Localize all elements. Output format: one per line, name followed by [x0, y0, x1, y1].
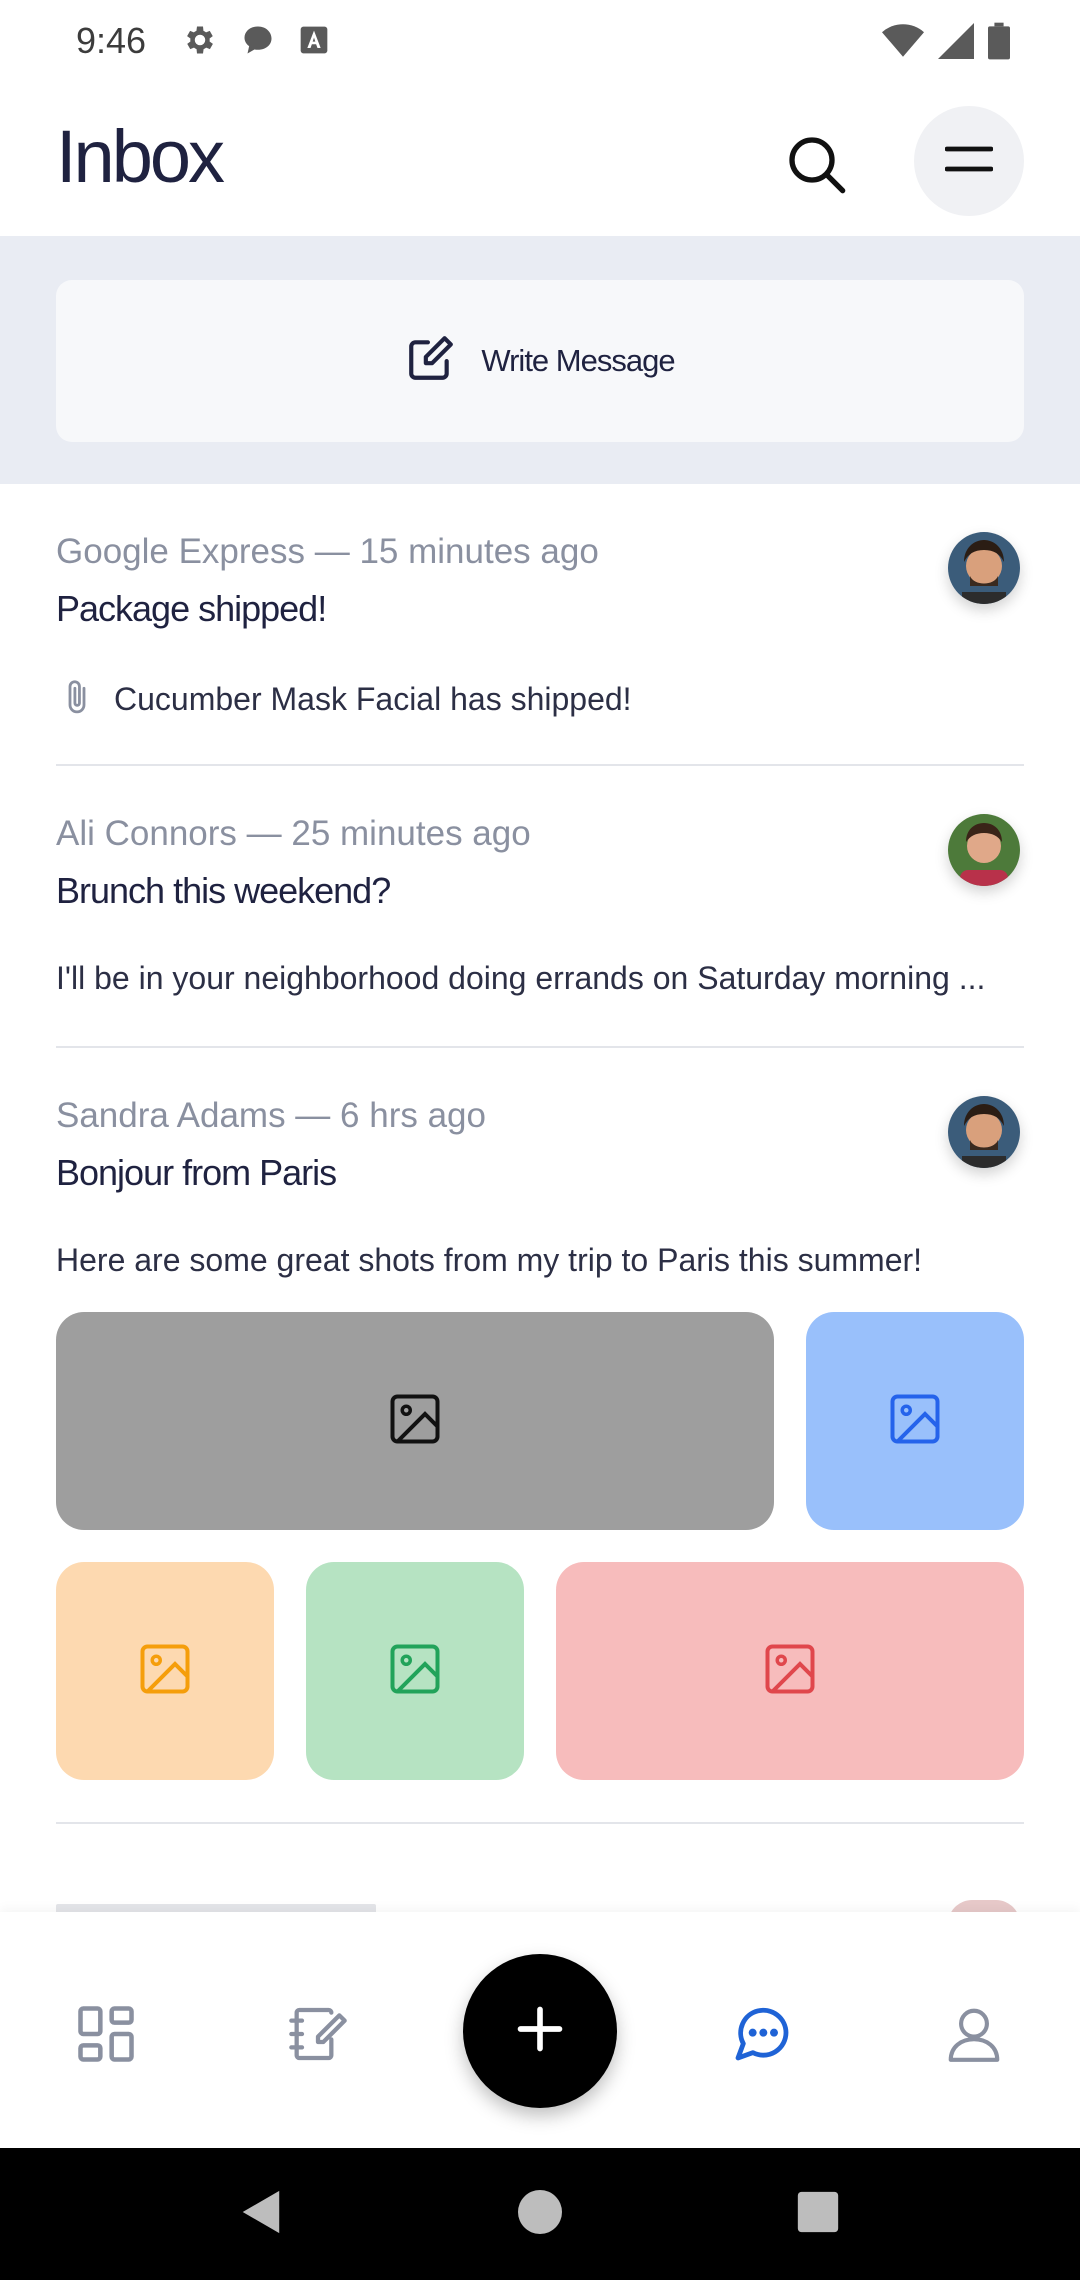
notes-icon: [286, 2002, 350, 2071]
add-button[interactable]: [463, 1954, 617, 2108]
page-title: Inbox: [56, 115, 225, 198]
image-icon: [885, 1389, 945, 1454]
message-item[interactable]: Google Express — 15 minutes ago Package …: [56, 484, 1024, 766]
message-item-partial[interactable]: [56, 1860, 1024, 1912]
paperclip-icon: [56, 676, 98, 723]
message-preview: Cucumber Mask Facial has shipped!: [114, 681, 632, 717]
compose-icon: [405, 334, 455, 389]
font-a-icon: [298, 24, 330, 56]
photo-thumbnail[interactable]: [806, 1312, 1024, 1530]
chat-bubble-icon: [240, 22, 276, 58]
avatar: [948, 1900, 1020, 1912]
nav-messages[interactable]: [722, 1996, 802, 2076]
message-item[interactable]: Ali Connors — 25 minutes ago Brunch this…: [56, 766, 1024, 1048]
nav-dashboard[interactable]: [66, 1996, 146, 2076]
home-icon: [518, 2189, 562, 2239]
image-icon: [385, 1389, 445, 1454]
image-icon: [385, 1639, 445, 1704]
compose-section: Write Message: [0, 236, 1080, 484]
menu-icon: [944, 141, 994, 182]
battery-icon: [988, 22, 1010, 60]
cell-signal-icon: [938, 23, 974, 59]
divider: [56, 1822, 1024, 1824]
message-subject: Brunch this weekend?: [56, 870, 391, 911]
wifi-icon: [882, 23, 924, 59]
status-bar: 9:46: [0, 0, 1080, 84]
message-preview: Here are some great shots from my trip t…: [56, 1242, 923, 1278]
add-icon: [514, 2003, 566, 2060]
photo-thumbnail[interactable]: [556, 1562, 1024, 1780]
write-message-button[interactable]: Write Message: [56, 280, 1024, 442]
nav-profile[interactable]: [934, 1996, 1014, 2076]
bottom-navigation: [0, 1912, 1080, 2148]
photo-thumbnail[interactable]: [306, 1562, 524, 1780]
app-header: Inbox: [0, 84, 1080, 236]
nav-notes[interactable]: [278, 1996, 358, 2076]
image-icon: [135, 1639, 195, 1704]
message-list: Google Express — 15 minutes ago Package …: [0, 484, 1080, 1912]
message-subject: Bonjour from Paris: [56, 1152, 337, 1193]
dashboard-icon: [72, 2000, 140, 2073]
avatar: [948, 532, 1020, 604]
photo-thumbnail[interactable]: [56, 1562, 274, 1780]
message-meta: Google Express — 15 minutes ago: [56, 532, 599, 571]
search-icon: [784, 132, 848, 201]
search-button[interactable]: [776, 126, 856, 206]
avatar: [948, 1096, 1020, 1168]
message-preview: I'll be in your neighborhood doing erran…: [56, 960, 986, 996]
recents-button[interactable]: [788, 2184, 848, 2244]
avatar: [948, 814, 1020, 886]
recents-icon: [796, 2190, 840, 2239]
back-icon: [236, 2187, 284, 2242]
status-time: 9:46: [76, 20, 147, 61]
message-meta: Ali Connors — 25 minutes ago: [56, 814, 531, 853]
write-message-label: Write Message: [481, 343, 675, 378]
back-button[interactable]: [230, 2184, 290, 2244]
menu-button[interactable]: [914, 106, 1024, 216]
message-item[interactable]: Sandra Adams — 6 hrs ago Bonjour from Pa…: [56, 1048, 1024, 1848]
image-icon: [760, 1639, 820, 1704]
settings-icon: [182, 22, 218, 58]
system-navigation: [0, 2148, 1080, 2280]
message-subject: Package shipped!: [56, 588, 327, 629]
profile-icon: [943, 2003, 1005, 2070]
messages-icon: [730, 2002, 794, 2071]
home-button[interactable]: [510, 2184, 570, 2244]
message-meta-placeholder: [56, 1904, 376, 1912]
message-meta: Sandra Adams — 6 hrs ago: [56, 1096, 486, 1135]
photo-thumbnail[interactable]: [56, 1312, 774, 1530]
